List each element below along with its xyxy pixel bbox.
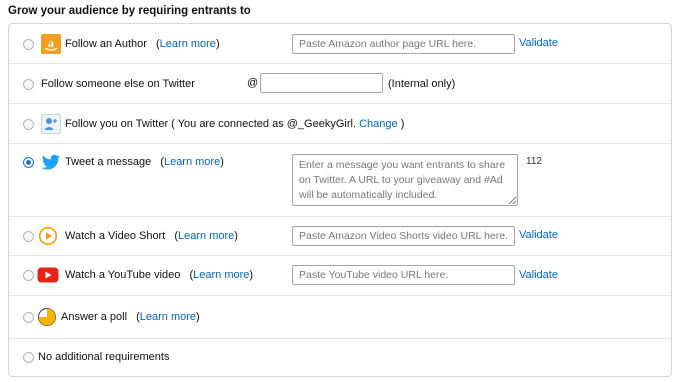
option-tweet: Tweet a message (Learn more) 112 bbox=[9, 144, 671, 217]
author-url-input[interactable] bbox=[292, 34, 515, 54]
radio-none[interactable] bbox=[23, 352, 34, 363]
video-short-label: Watch a Video Short bbox=[65, 230, 166, 242]
section-heading: Grow your audience by requiring entrants… bbox=[8, 5, 251, 17]
youtube-label: Watch a YouTube video bbox=[65, 269, 181, 281]
follow-author-learn-more-link[interactable]: Learn more bbox=[160, 38, 216, 50]
radio-video-short[interactable] bbox=[23, 231, 34, 242]
validate-youtube-link[interactable]: Validate bbox=[519, 269, 558, 281]
follow-you-label-suffix: ) bbox=[400, 118, 405, 130]
twitter-bird-icon bbox=[41, 152, 61, 172]
pie-chart-icon bbox=[37, 307, 57, 327]
tweet-learn-more-link[interactable]: Learn more bbox=[164, 156, 220, 168]
requirements-panel: a Follow an Author (Learn more) Validate… bbox=[8, 23, 672, 377]
option-youtube: Watch a YouTube video (Learn more) Valid… bbox=[9, 256, 671, 296]
youtube-icon bbox=[37, 265, 59, 285]
validate-video-short-link[interactable]: Validate bbox=[519, 229, 558, 241]
play-circle-icon bbox=[38, 226, 58, 246]
radio-poll[interactable] bbox=[23, 312, 34, 323]
option-follow-author: a Follow an Author (Learn more) Validate bbox=[9, 24, 671, 64]
follow-you-label: Follow you on Twitter ( You are connecte… bbox=[65, 118, 357, 130]
none-label: No additional requirements bbox=[38, 351, 170, 363]
radio-follow-twitter[interactable] bbox=[23, 79, 34, 90]
radio-follow-author[interactable] bbox=[23, 39, 34, 50]
internal-only-note: (Internal only) bbox=[388, 78, 456, 90]
twitter-handle-input[interactable] bbox=[260, 73, 383, 93]
tweet-message-textarea[interactable] bbox=[292, 154, 518, 206]
video-short-learn-more-link[interactable]: Learn more bbox=[178, 230, 234, 242]
radio-tweet[interactable] bbox=[23, 157, 34, 168]
youtube-learn-more-link[interactable]: Learn more bbox=[193, 269, 249, 281]
follow-twitter-label: Follow someone else on Twitter bbox=[41, 78, 195, 90]
option-follow-you: Follow you on Twitter ( You are connecte… bbox=[9, 104, 671, 144]
radio-follow-you[interactable] bbox=[23, 119, 34, 130]
youtube-url-input[interactable] bbox=[292, 265, 515, 285]
at-sign: @ bbox=[247, 77, 259, 89]
change-account-link[interactable]: Change bbox=[359, 118, 398, 130]
validate-author-link[interactable]: Validate bbox=[519, 37, 558, 49]
poll-label: Answer a poll bbox=[61, 311, 128, 323]
radio-youtube[interactable] bbox=[23, 270, 34, 281]
follow-author-label: Follow an Author bbox=[65, 38, 147, 50]
option-poll: Answer a poll (Learn more) bbox=[9, 296, 671, 339]
person-add-icon bbox=[41, 114, 61, 134]
option-video-short: Watch a Video Short (Learn more) Validat… bbox=[9, 217, 671, 256]
amazon-icon: a bbox=[41, 34, 61, 54]
option-follow-twitter: Follow someone else on Twitter @ (Intern… bbox=[9, 64, 671, 104]
option-none: No additional requirements bbox=[9, 339, 671, 377]
tweet-label: Tweet a message bbox=[65, 156, 152, 168]
video-short-url-input[interactable] bbox=[292, 226, 515, 246]
poll-learn-more-link[interactable]: Learn more bbox=[140, 311, 196, 323]
tweet-char-count: 112 bbox=[526, 156, 542, 167]
svg-text:a: a bbox=[48, 36, 54, 50]
